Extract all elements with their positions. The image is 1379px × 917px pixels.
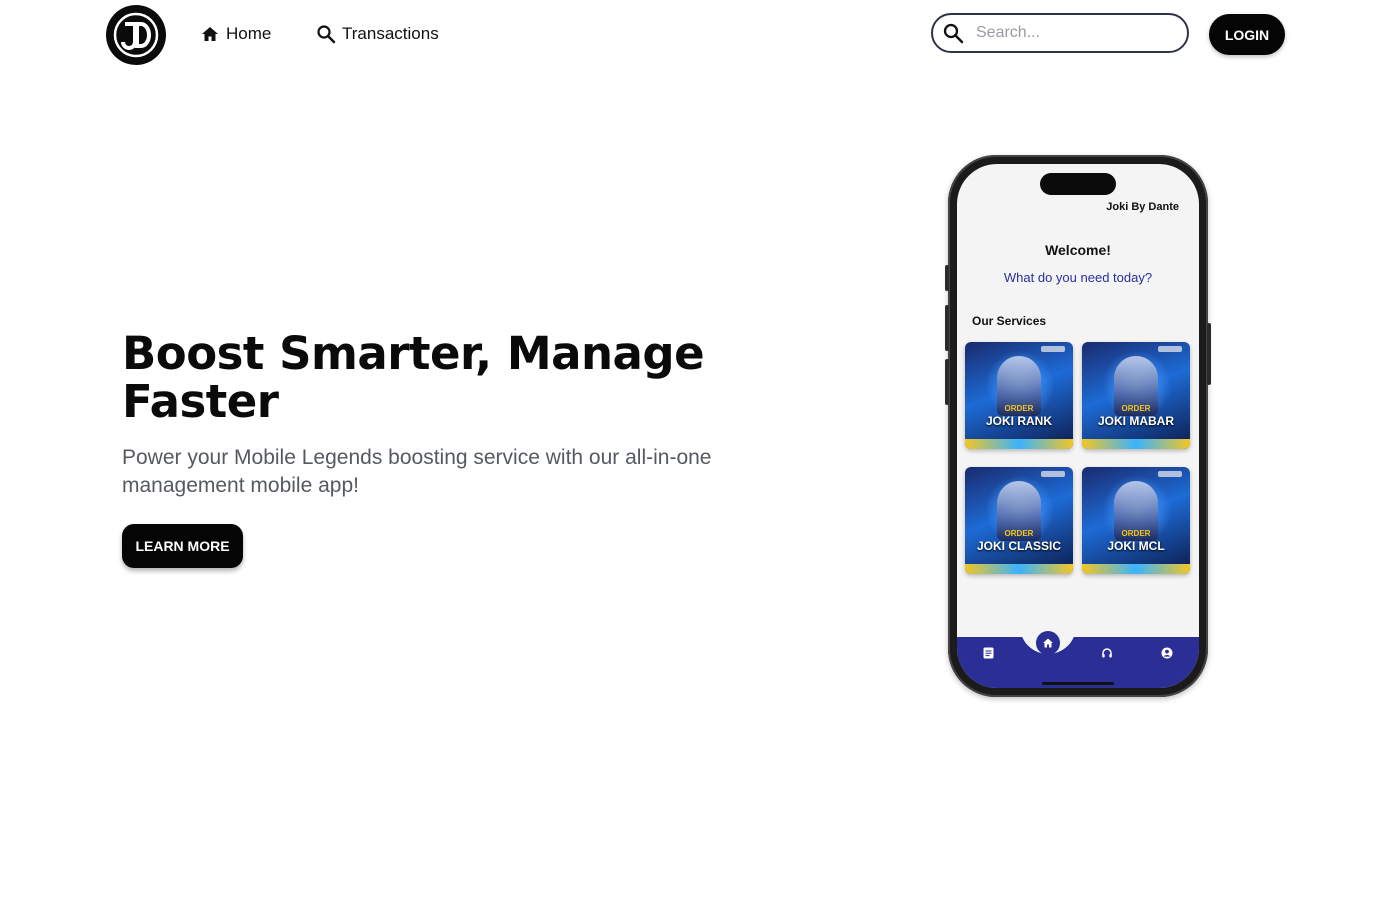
document-icon[interactable]	[981, 646, 995, 660]
phone-screen: Joki By Dante Welcome! What do you need …	[957, 164, 1199, 688]
service-order-label: ORDER	[1121, 529, 1151, 538]
hero-subtitle: Power your Mobile Legends boosting servi…	[122, 446, 712, 497]
service-order-label: ORDER	[1004, 529, 1034, 538]
service-name: JOKI MABAR	[1097, 414, 1174, 428]
hero-title: Boost Smarter, Manage Faster	[122, 327, 705, 428]
phone-side-button	[1207, 323, 1211, 385]
headset-icon[interactable]	[1100, 646, 1114, 660]
service-name: JOKI MCL	[1107, 539, 1165, 553]
nav-home-label: Home	[226, 24, 272, 43]
service-card-joki-rank[interactable]: ORDER JOKI RANK	[965, 342, 1073, 449]
question-text: What do you need today?	[1003, 270, 1153, 285]
game-logo	[1041, 471, 1065, 477]
brand-logo[interactable]	[106, 5, 166, 65]
nav-transactions-label: Transactions	[342, 24, 439, 43]
search-box[interactable]	[931, 13, 1189, 53]
phone-side-button	[945, 359, 949, 405]
search-input[interactable]	[974, 23, 1178, 43]
home-indicator	[1042, 682, 1114, 685]
home-icon	[1043, 638, 1053, 648]
navbar: Home Transactions LOGIN	[0, 0, 1379, 70]
search-icon	[942, 22, 964, 44]
login-button[interactable]: LOGIN	[1209, 14, 1285, 55]
app-bottom-nav	[957, 637, 1199, 688]
game-logo	[1158, 346, 1182, 352]
service-order-label: ORDER	[1121, 404, 1151, 413]
profile-icon[interactable]	[1160, 646, 1174, 660]
logo-icon	[113, 12, 159, 58]
dynamic-island	[1040, 173, 1116, 195]
service-card-joki-mabar[interactable]: ORDER JOKI MABAR	[1082, 342, 1190, 449]
game-logo	[1041, 346, 1065, 352]
service-name: JOKI CLASSIC	[976, 539, 1061, 553]
learn-more-button[interactable]: LEARN MORE	[122, 524, 243, 568]
home-icon	[200, 24, 220, 44]
nav-transactions[interactable]: Transactions	[316, 22, 439, 46]
phone-side-button	[945, 305, 949, 351]
services-label: Our Services	[972, 314, 1047, 328]
nav-home[interactable]: Home	[200, 22, 271, 46]
service-order-label: ORDER	[1004, 404, 1034, 413]
search-icon	[316, 24, 336, 44]
welcome-text: Welcome!	[1045, 242, 1111, 258]
app-title: Joki By Dante	[1106, 201, 1179, 213]
service-name: JOKI RANK	[985, 414, 1052, 428]
app-home-button[interactable]	[1036, 631, 1060, 655]
service-card-joki-mcl[interactable]: ORDER JOKI MCL	[1082, 467, 1190, 574]
game-logo	[1158, 471, 1182, 477]
phone-side-button	[945, 265, 949, 291]
service-card-joki-classic[interactable]: ORDER JOKI CLASSIC	[965, 467, 1073, 574]
phone-mockup: Joki By Dante Welcome! What do you need …	[945, 155, 1211, 697]
